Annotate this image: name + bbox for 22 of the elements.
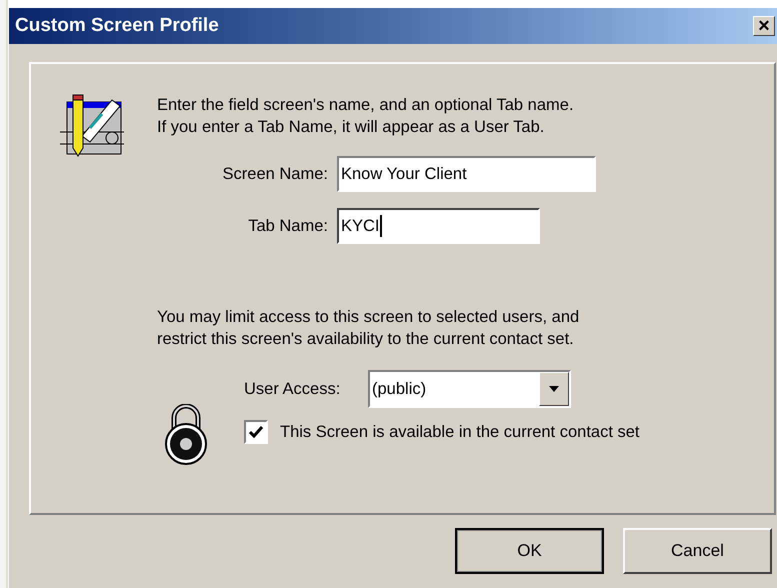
text-field[interactable]: KYCI	[337, 208, 540, 244]
padlock-icon	[164, 404, 208, 466]
checkbox[interactable]	[244, 420, 268, 444]
user-access-label: User Access:	[244, 378, 342, 400]
window-title: Custom Screen Profile	[15, 14, 219, 38]
checkbox-label: This Screen is available in the current contact set	[280, 422, 640, 443]
user-access-dropdown[interactable]: (public)	[368, 370, 571, 408]
field-label: Tab Name:	[247, 216, 329, 237]
instruction-text: Enter the field screen's name, and an optional Tab name.	[157, 95, 574, 116]
close-button[interactable]: ×	[753, 16, 775, 36]
dropdown-value: (public)	[371, 378, 428, 400]
cancel-button[interactable]: Cancel	[623, 528, 772, 574]
ok-button[interactable]: OK	[455, 528, 604, 574]
checkmark-icon	[249, 426, 263, 438]
access-text: You may limit access to this screen to selected users, and	[157, 307, 580, 328]
pencil-ruler-icon	[60, 92, 126, 158]
text-field[interactable]: Know Your Client	[337, 156, 596, 192]
instruction-text: If you enter a Tab Name, it will appear as a User Tab.	[157, 117, 544, 138]
access-text: restrict this screen's availability to the current contact set.	[157, 329, 574, 350]
field-label: Screen Name:	[222, 164, 329, 185]
dropdown-arrow-button[interactable]	[539, 372, 569, 406]
caret-icon	[549, 386, 559, 392]
